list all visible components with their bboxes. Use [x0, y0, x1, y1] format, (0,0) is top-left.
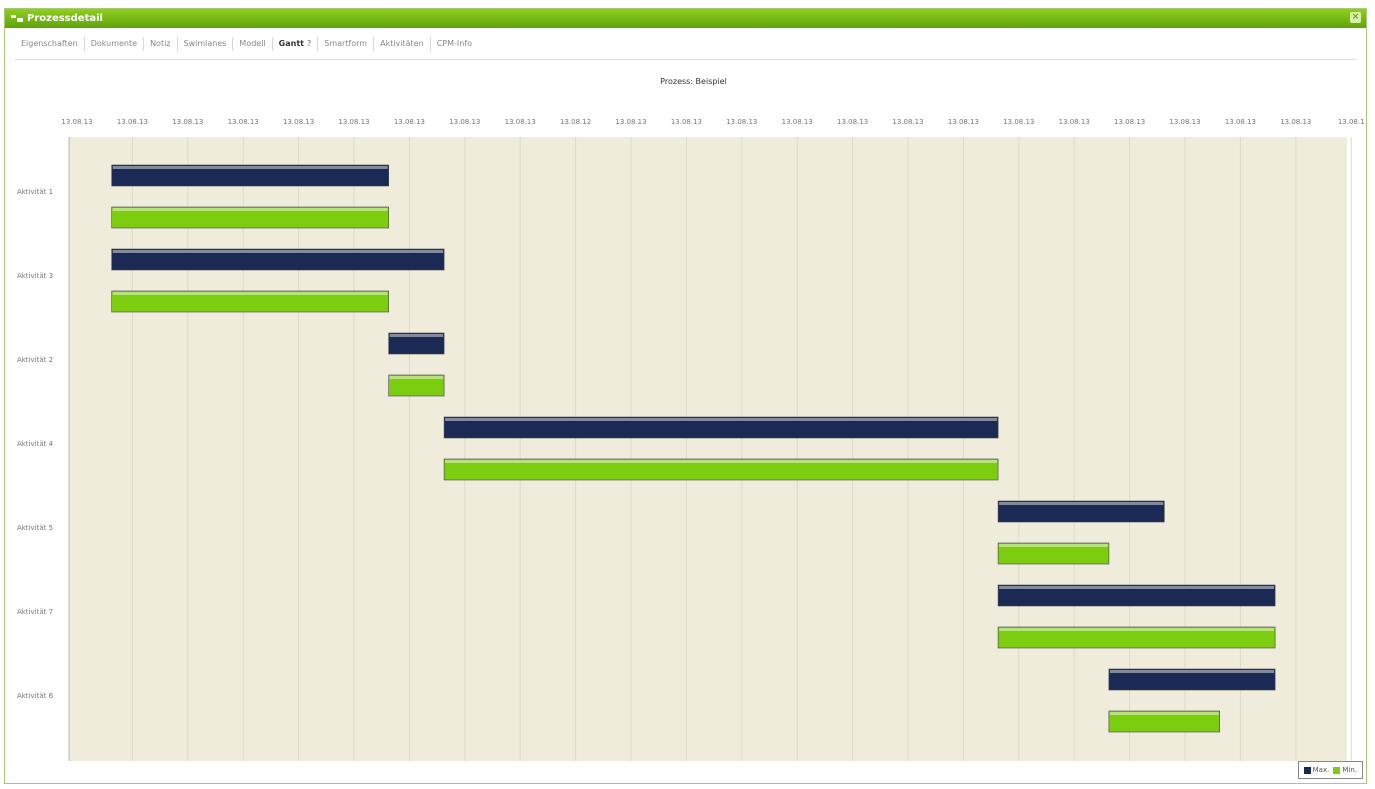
- x-tick-label: 13.08.13: [892, 118, 923, 126]
- gantt-chart: Prozess: Beispiel 13.08.13 13.08.13 13.08.1…: [5, 61, 1366, 783]
- tab-divider: [15, 59, 1356, 60]
- x-tick-label: 13.08.13: [782, 118, 813, 126]
- chart-title: Prozess: Beispiel: [660, 77, 727, 86]
- legend-item: Min.: [1333, 766, 1357, 774]
- tab-label: Swimlanes: [183, 39, 227, 48]
- x-tick-label: 13.08.12: [560, 118, 591, 126]
- window-icon: [11, 15, 23, 22]
- gantt-bar-highlight: [445, 460, 998, 463]
- tab-notiz[interactable]: Notiz: [144, 37, 178, 51]
- gantt-bar-highlight: [112, 250, 444, 253]
- x-tick-label: 13.08.13: [1003, 118, 1034, 126]
- gantt-bar-highlight: [1109, 670, 1275, 673]
- help-icon[interactable]: ?: [307, 39, 311, 48]
- tab-eigenschaften[interactable]: Eigenschaften: [15, 37, 85, 51]
- x-tick-label: 13.08.13: [449, 118, 480, 126]
- tab-swimlanes[interactable]: Swimlanes: [178, 37, 234, 51]
- gantt-bar-highlight: [1109, 712, 1219, 715]
- tab-label: Eigenschaften: [21, 39, 78, 48]
- close-icon[interactable]: ×: [1350, 12, 1361, 23]
- x-tick-label: 13.08.13: [671, 118, 702, 126]
- gantt-bar-highlight: [445, 418, 998, 421]
- x-tick-label: 13.08.13: [1225, 118, 1256, 126]
- x-tick-label: 13.08.13: [1280, 118, 1311, 126]
- tab-aktivitäten[interactable]: Aktivitäten: [374, 37, 431, 51]
- x-tick-label: 13.08.1: [1338, 118, 1365, 126]
- gantt-bar-highlight: [112, 166, 388, 169]
- process-detail-window: Prozessdetail × Eigenschaften Dokumente No…: [4, 8, 1367, 784]
- x-tick-label: 13.08.13: [726, 118, 757, 126]
- tab-modell[interactable]: Modell: [233, 37, 273, 51]
- gantt-bar-highlight: [999, 544, 1108, 547]
- gantt-bar-highlight: [999, 502, 1164, 505]
- x-tick-label: 13.08.13: [61, 118, 92, 126]
- window-title: Prozessdetail: [27, 13, 103, 24]
- x-tick-label: 13.08.13: [505, 118, 536, 126]
- category-label: Aktivität 4: [17, 440, 54, 448]
- plot-area: [69, 137, 1347, 761]
- category-label: Aktivität 6: [17, 692, 54, 700]
- tab-cpm-info[interactable]: CPM-Info: [431, 37, 478, 51]
- tab-dokumente[interactable]: Dokumente: [85, 37, 145, 51]
- x-tick-label: 13.08.13: [837, 118, 868, 126]
- window-titlebar[interactable]: Prozessdetail ×: [5, 9, 1366, 28]
- x-tick-label: 13.08.13: [338, 118, 369, 126]
- x-tick-label: 13.08.13: [172, 118, 203, 126]
- tab-label: Smartform: [324, 39, 368, 48]
- legend-label: Min.: [1342, 766, 1357, 774]
- x-tick-label: 13.08.13: [1169, 118, 1200, 126]
- gantt-bar-highlight: [112, 208, 388, 211]
- x-tick-label: 13.08.13: [228, 118, 259, 126]
- gantt-bar-highlight: [389, 334, 444, 337]
- category-label: Aktivität 3: [17, 272, 53, 280]
- tab-label: Dokumente: [90, 39, 138, 48]
- category-label: Aktivität 2: [17, 356, 53, 364]
- legend-swatch: [1333, 766, 1341, 774]
- tab-label: Notiz: [150, 39, 171, 48]
- x-tick-label: 13.08.13: [615, 118, 646, 126]
- gantt-bar-highlight: [999, 586, 1275, 589]
- gantt-chart-svg: Prozess: Beispiel 13.08.13 13.08.13 13.08.1…: [17, 77, 1365, 761]
- tab-bar: Eigenschaften Dokumente Notiz Swimlanes Mode…: [15, 33, 478, 55]
- x-tick-label: 13.08.13: [948, 118, 979, 126]
- chart-legend: Max. Min.: [1297, 761, 1363, 779]
- gantt-bar-highlight: [389, 376, 444, 379]
- x-tick-label: 13.08.13: [1114, 118, 1145, 126]
- legend-label: Max.: [1312, 766, 1330, 774]
- tab-smartform[interactable]: Smartform: [318, 37, 375, 51]
- gantt-bar-highlight: [112, 292, 388, 295]
- tab-label: Gantt: [278, 39, 304, 48]
- tab-gantt[interactable]: Gantt?: [273, 37, 319, 51]
- legend-swatch: [1303, 766, 1311, 774]
- x-tick-label: 13.08.13: [1059, 118, 1090, 126]
- x-tick-label: 13.08.13: [394, 118, 425, 126]
- category-label: Aktivität 5: [17, 524, 53, 532]
- tab-label: CPM-Info: [436, 39, 473, 48]
- gantt-bar-highlight: [999, 628, 1275, 631]
- category-label: Aktivität 1: [17, 188, 53, 196]
- legend-item: Max.: [1303, 766, 1330, 774]
- category-label: Aktivität 7: [17, 608, 53, 616]
- x-tick-label: 13.08.13: [283, 118, 314, 126]
- tab-label: Modell: [239, 39, 266, 48]
- tab-label: Aktivitäten: [380, 39, 424, 48]
- x-tick-label: 13.08.13: [117, 118, 148, 126]
